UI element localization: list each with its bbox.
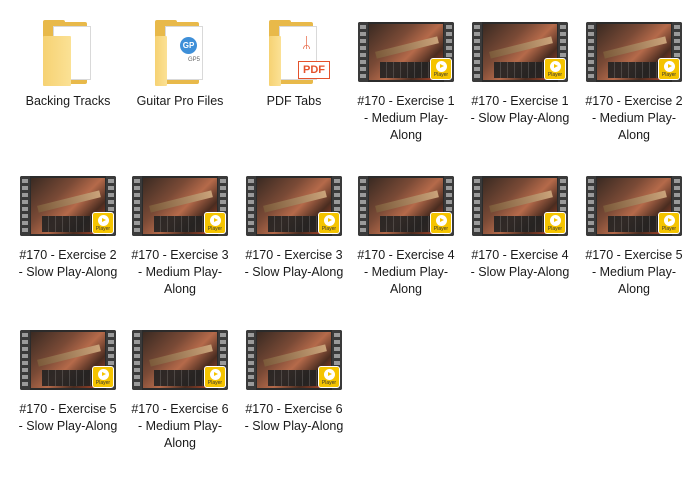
video-thumbnail-icon: Player: [586, 22, 682, 82]
video-file-item[interactable]: Player #170 - Exercise 6 - Slow Play-Alon…: [242, 322, 346, 435]
pdf-badge: PDF: [298, 61, 330, 79]
player-badge-icon: Player: [318, 212, 340, 234]
play-icon: [323, 369, 335, 380]
folder-guitar-pro-files[interactable]: GP GP5 Guitar Pro Files: [128, 14, 232, 110]
file-label: Guitar Pro Files: [136, 94, 224, 108]
file-label: #170 - Exercise 2 - Medium Play-Along: [585, 94, 683, 142]
file-label: #170 - Exercise 3 - Medium Play-Along: [131, 248, 229, 296]
player-badge-icon: Player: [92, 212, 114, 234]
player-badge-icon: Player: [544, 58, 566, 80]
video-file-item[interactable]: Player #170 - Exercise 5 - Slow Play-Alon…: [16, 322, 120, 435]
video-file-item[interactable]: Player #170 - Exercise 4 - Medium Play-Al…: [354, 168, 458, 298]
video-file-item[interactable]: Player #170 - Exercise 3 - Medium Play-Al…: [128, 168, 232, 298]
player-badge-icon: Player: [92, 366, 114, 388]
player-badge-icon: Player: [430, 212, 452, 234]
video-thumbnail-icon: Player: [132, 330, 228, 390]
video-thumbnail-icon: Player: [472, 22, 568, 82]
file-label: #170 - Exercise 5 - Slow Play-Along: [18, 402, 118, 433]
video-file-item[interactable]: Player #170 - Exercise 2 - Slow Play-Alon…: [16, 168, 120, 281]
play-icon: [663, 61, 675, 72]
file-label: #170 - Exercise 2 - Slow Play-Along: [18, 248, 118, 279]
folder-pdf-tabs[interactable]: ᛦ PDF PDF Tabs: [242, 14, 346, 110]
video-thumbnail-icon: Player: [20, 176, 116, 236]
video-file-item[interactable]: Player #170 - Exercise 1 - Slow Play-Alon…: [468, 14, 572, 127]
file-label: #170 - Exercise 3 - Slow Play-Along: [244, 248, 344, 279]
play-icon: [323, 215, 335, 226]
video-thumbnail-icon: Player: [246, 330, 342, 390]
player-badge-icon: Player: [318, 366, 340, 388]
file-label: #170 - Exercise 6 - Medium Play-Along: [131, 402, 229, 450]
folder-pdf-icon: ᛦ PDF: [265, 20, 330, 86]
folder-backing-tracks[interactable]: Backing Tracks: [16, 14, 120, 110]
play-icon: [209, 369, 221, 380]
play-icon: [663, 215, 675, 226]
video-thumbnail-icon: Player: [358, 22, 454, 82]
video-file-item[interactable]: Player #170 - Exercise 2 - Medium Play-Al…: [582, 14, 686, 144]
play-icon: [549, 215, 561, 226]
player-badge-icon: Player: [204, 366, 226, 388]
video-thumbnail-icon: Player: [586, 176, 682, 236]
play-icon: [435, 215, 447, 226]
file-label: #170 - Exercise 1 - Medium Play-Along: [357, 94, 455, 142]
video-thumbnail-icon: Player: [20, 330, 116, 390]
video-file-item[interactable]: Player #170 - Exercise 4 - Slow Play-Alon…: [468, 168, 572, 281]
video-file-item[interactable]: Player #170 - Exercise 1 - Medium Play-Al…: [354, 14, 458, 144]
player-badge-icon: Player: [204, 212, 226, 234]
file-label: #170 - Exercise 6 - Slow Play-Along: [244, 402, 344, 433]
play-icon: [549, 61, 561, 72]
guitar-pro-logo-icon: GP: [180, 37, 197, 54]
file-label: Backing Tracks: [25, 94, 111, 108]
play-icon: [97, 215, 109, 226]
acrobat-logo-icon: ᛦ: [302, 35, 312, 52]
play-icon: [209, 215, 221, 226]
video-file-item[interactable]: Player #170 - Exercise 3 - Slow Play-Alon…: [242, 168, 346, 281]
file-label: PDF Tabs: [266, 94, 322, 108]
file-label: #170 - Exercise 4 - Medium Play-Along: [357, 248, 455, 296]
video-thumbnail-icon: Player: [246, 176, 342, 236]
folder-gp-icon: GP GP5: [151, 20, 209, 86]
file-label: #170 - Exercise 5 - Medium Play-Along: [585, 248, 683, 296]
player-badge-icon: Player: [658, 212, 680, 234]
player-badge-icon: Player: [658, 58, 680, 80]
play-icon: [435, 61, 447, 72]
player-badge-icon: Player: [544, 212, 566, 234]
file-label: #170 - Exercise 4 - Slow Play-Along: [470, 248, 570, 279]
video-thumbnail-icon: Player: [472, 176, 568, 236]
file-label: #170 - Exercise 1 - Slow Play-Along: [470, 94, 570, 125]
play-icon: [97, 369, 109, 380]
video-thumbnail-icon: Player: [358, 176, 454, 236]
video-file-item[interactable]: Player #170 - Exercise 6 - Medium Play-Al…: [128, 322, 232, 452]
video-thumbnail-icon: Player: [132, 176, 228, 236]
video-file-item[interactable]: Player #170 - Exercise 5 - Medium Play-Al…: [582, 168, 686, 298]
player-badge-icon: Player: [430, 58, 452, 80]
folder-icon: [39, 20, 97, 86]
